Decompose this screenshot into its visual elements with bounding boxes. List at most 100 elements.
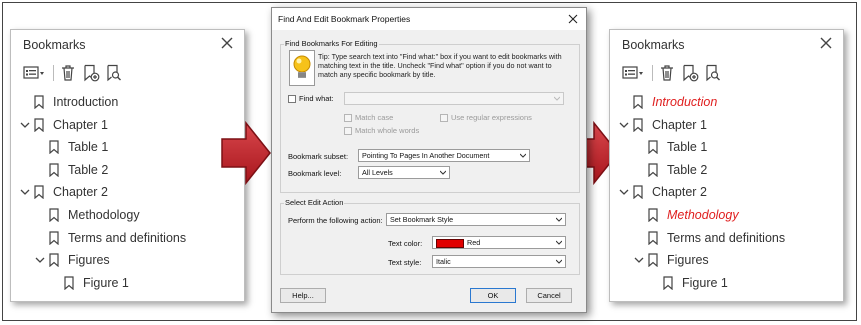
bookmark-label: Figure 1 xyxy=(682,275,728,290)
find-what-checkbox[interactable] xyxy=(288,95,296,103)
spacer xyxy=(19,96,31,108)
use-regex-label: Use regular expressions xyxy=(451,113,532,122)
bookmark-label: Figures xyxy=(68,253,110,268)
bookmark-item[interactable]: Figure 1 xyxy=(648,273,728,293)
bookmark-icon xyxy=(648,163,658,177)
bookmark-icon xyxy=(34,95,44,109)
bookmark-label: Chapter 1 xyxy=(652,117,707,132)
bookmark-item[interactable]: Chapter 1 xyxy=(19,115,108,135)
bookmark-label: Methodology xyxy=(68,208,140,222)
panel-title: Bookmarks xyxy=(23,38,86,52)
text-color-value: Red xyxy=(467,238,481,247)
options-menu-icon[interactable] xyxy=(622,64,644,82)
text-color-label: Text color: xyxy=(388,239,423,248)
bookmark-item[interactable]: Chapter 2 xyxy=(19,182,108,202)
bookmark-label: Terms and definitions xyxy=(667,230,786,245)
spacer xyxy=(633,232,645,244)
spacer xyxy=(34,232,46,244)
bookmark-item[interactable]: Figures xyxy=(34,250,110,270)
bookmark-icon xyxy=(34,117,44,132)
close-icon[interactable] xyxy=(220,36,234,50)
chevron-down-icon xyxy=(554,96,560,101)
spacer xyxy=(618,96,630,108)
bookmark-item[interactable]: Table 2 xyxy=(633,160,707,180)
match-whole-words-label: Match whole words xyxy=(355,126,420,135)
bookmark-subset-label: Bookmark subset: xyxy=(288,152,349,161)
find-what-input[interactable] xyxy=(344,92,564,105)
bookmark-item[interactable]: Table 1 xyxy=(34,137,108,157)
spacer xyxy=(34,141,46,153)
bookmarks-toolbar xyxy=(622,64,837,84)
bookmark-label: Table 1 xyxy=(667,140,708,155)
match-whole-words-checkbox[interactable] xyxy=(344,127,352,135)
bookmark-item[interactable]: Methodology xyxy=(34,205,140,225)
bookmark-item[interactable]: Introduction xyxy=(19,92,118,112)
text-style-select[interactable]: Italic xyxy=(432,255,566,268)
bookmark-item[interactable]: Terms and definitions xyxy=(633,228,785,248)
bookmark-subset-select[interactable]: Pointing To Pages In Another Document xyxy=(358,149,530,162)
chevron-down-icon[interactable] xyxy=(19,119,31,131)
bookmarks-toolbar xyxy=(23,64,238,84)
text-style-value: Italic xyxy=(436,257,451,266)
text-color-select[interactable]: Red xyxy=(432,236,566,249)
text-style-label: Text style: xyxy=(388,258,422,267)
dialog-title: Find And Edit Bookmark Properties xyxy=(278,14,411,24)
bookmark-search-icon[interactable] xyxy=(105,64,123,82)
bookmark-label: Introduction xyxy=(53,95,119,109)
bookmark-label: Introduction xyxy=(652,95,718,109)
right-arrow-icon xyxy=(221,121,271,185)
bookmarks-panel-before: Bookmarks Introduction Chapter 1 Table 1 Ta… xyxy=(10,29,245,302)
perform-action-value: Set Bookmark Style xyxy=(390,215,454,224)
spacer xyxy=(633,141,645,153)
delete-icon[interactable] xyxy=(59,64,77,82)
spacer xyxy=(34,209,46,221)
bookmark-icon xyxy=(49,230,59,245)
bookmark-label: Table 2 xyxy=(667,162,708,177)
bookmark-item[interactable]: Table 1 xyxy=(633,137,707,157)
delete-icon[interactable] xyxy=(658,64,676,82)
chevron-down-icon[interactable] xyxy=(19,186,31,198)
bookmark-icon xyxy=(633,185,643,200)
find-edit-bookmark-dialog: Find And Edit Bookmark Properties Find B… xyxy=(271,7,587,313)
bookmark-item[interactable]: Figure 1 xyxy=(49,273,129,293)
bookmark-label: Table 2 xyxy=(68,162,109,177)
bookmarks-panel-after: Bookmarks Introduction Chapter 1 Table 1 Ta… xyxy=(609,29,844,302)
bookmark-label: Terms and definitions xyxy=(68,230,187,245)
close-icon[interactable] xyxy=(819,36,833,50)
find-bookmarks-group-label: Find Bookmarks For Editing xyxy=(284,39,379,48)
find-what-label: Find what: xyxy=(299,94,334,103)
close-icon[interactable] xyxy=(568,14,578,24)
add-bookmark-icon[interactable] xyxy=(82,64,100,82)
use-regex-checkbox[interactable] xyxy=(440,114,448,122)
chevron-down-icon[interactable] xyxy=(34,254,46,266)
ok-button[interactable]: OK xyxy=(470,288,516,303)
chevron-down-icon[interactable] xyxy=(633,254,645,266)
bookmark-icon xyxy=(663,276,673,290)
bookmark-level-select[interactable]: All Levels xyxy=(358,166,450,179)
chevron-down-icon xyxy=(556,240,562,245)
spacer xyxy=(49,277,61,289)
bookmark-item[interactable]: Methodology xyxy=(633,205,739,225)
edit-action-group-label: Select Edit Action xyxy=(284,198,345,207)
cancel-button[interactable]: Cancel xyxy=(526,288,572,303)
bookmark-item[interactable]: Chapter 2 xyxy=(618,182,707,202)
bookmark-item[interactable]: Table 2 xyxy=(34,160,108,180)
chevron-down-icon xyxy=(440,170,446,175)
bookmark-search-icon[interactable] xyxy=(704,64,722,82)
chevron-down-icon[interactable] xyxy=(618,186,630,198)
lightbulb-icon xyxy=(289,50,315,86)
chevron-down-icon[interactable] xyxy=(618,119,630,131)
chevron-down-icon xyxy=(520,153,526,158)
help-button[interactable]: Help... xyxy=(280,288,326,303)
bookmark-icon xyxy=(648,140,658,155)
bookmark-subset-value: Pointing To Pages In Another Document xyxy=(362,151,490,160)
match-case-checkbox[interactable] xyxy=(344,114,352,122)
add-bookmark-icon[interactable] xyxy=(681,64,699,82)
bookmark-item[interactable]: Introduction xyxy=(618,92,717,112)
options-menu-icon[interactable] xyxy=(23,64,45,82)
bookmark-item[interactable]: Terms and definitions xyxy=(34,228,186,248)
bookmark-item[interactable]: Figures xyxy=(633,250,709,270)
panel-title: Bookmarks xyxy=(622,38,685,52)
perform-action-select[interactable]: Set Bookmark Style xyxy=(386,213,566,226)
bookmark-item[interactable]: Chapter 1 xyxy=(618,115,707,135)
